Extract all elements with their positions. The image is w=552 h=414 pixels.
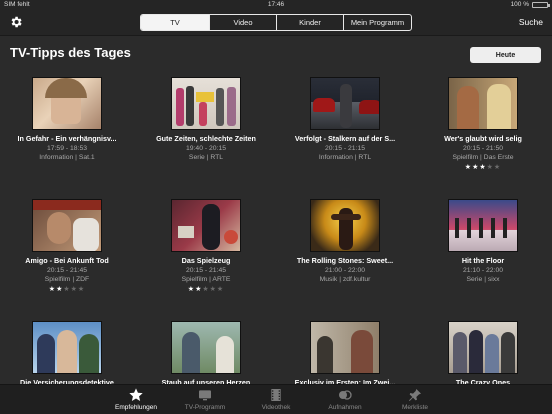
program-thumbnail [448, 77, 518, 130]
star-filled-icon: ★ [479, 164, 487, 171]
program-title: Amigo - Bei Ankunft Tod [25, 256, 109, 265]
program-card[interactable]: Amigo - Bei Ankunft Tod 20:15 - 21:45 Sp… [2, 199, 132, 293]
program-title: Verfolgt - Stalkern auf der S... [294, 134, 396, 143]
film-icon [271, 389, 281, 401]
tabbar-item-tv-programm[interactable]: TV-Programm [170, 385, 240, 414]
program-card[interactable]: The Rolling Stones: Sweet... 21:00 - 22:… [280, 199, 410, 283]
search-button[interactable]: Suche [519, 17, 543, 27]
gear-icon[interactable] [9, 15, 23, 29]
star-empty-icon: ★ [77, 286, 86, 293]
program-thumbnail [310, 77, 380, 130]
battery-label: 100 % [510, 1, 529, 8]
program-title: The Rolling Stones: Sweet... [296, 256, 394, 265]
program-thumbnail [310, 199, 380, 252]
tabbar-label: Merkliste [401, 404, 428, 411]
program-title: Das Spielzeug [181, 256, 231, 265]
program-card[interactable]: Hit the Floor 21:10 - 22:00 Serie | sixx [418, 199, 548, 283]
program-meta: Musik | zdf.kultur [319, 276, 371, 283]
program-meta: Serie | RTL [188, 154, 224, 161]
tabbar-item-videothek[interactable]: Videothek [241, 385, 311, 414]
star-rating: ★★★★★ [141, 285, 271, 293]
star-rating: ★★★★★ [418, 163, 548, 171]
bottom-tab-bar: Empfehlungen TV-Programm Videothek Aufna… [0, 384, 552, 414]
star-filled-icon: ★ [48, 286, 57, 293]
program-meta: Spielfilm | Das Erste [452, 154, 514, 161]
nav-bar: TV Video Kinder Mein Programm Suche [0, 10, 552, 36]
tabbar-label: Aufnahmen [328, 404, 362, 411]
program-title: In Gefahr - Ein verhängnisv... [17, 134, 117, 143]
battery-icon [532, 1, 550, 8]
program-thumbnail [32, 321, 102, 374]
program-meta: Spielfilm | ZDF [44, 276, 90, 283]
page-title: TV-Tipps des Tages [10, 45, 131, 60]
star-filled-icon: ★ [187, 286, 196, 293]
star-rating: ★★★★★ [2, 285, 132, 293]
tab-video[interactable]: Video [209, 15, 276, 30]
program-title: Hit the Floor [461, 256, 505, 265]
status-bar: SIM fehlt 17:46 100 % [0, 0, 552, 10]
program-card[interactable]: Verfolgt - Stalkern auf der S... 20:15 -… [280, 77, 410, 161]
program-card[interactable]: Exclusiv im Ersten: Im Zwei... [280, 321, 410, 387]
star-empty-icon: ★ [70, 286, 78, 293]
star-filled-icon: ★ [464, 164, 473, 171]
program-thumbnail [448, 199, 518, 252]
tabbar-label: Empfehlungen [115, 404, 157, 411]
program-time: 20:15 - 21:45 [46, 267, 88, 274]
star-icon [129, 388, 143, 401]
today-button[interactable]: Heute [470, 47, 541, 63]
tabbar-label: TV-Programm [184, 404, 226, 411]
program-card[interactable]: The Crazy Ones [418, 321, 548, 387]
record-icon [339, 390, 352, 400]
tab-tv[interactable]: TV [141, 15, 209, 30]
program-thumbnail [171, 199, 241, 252]
star-empty-icon: ★ [493, 164, 502, 171]
program-card[interactable]: Wer's glaubt wird selig 20:15 - 21:50 Sp… [418, 77, 548, 171]
program-card[interactable]: Staub auf unseren Herzen [141, 321, 271, 387]
tabbar-item-aufnahmen[interactable]: Aufnahmen [310, 385, 380, 414]
tab-mein-programm[interactable]: Mein Programm [343, 15, 411, 30]
program-card[interactable]: Das Spielzeug 20:15 - 21:45 Spielfilm | … [141, 199, 271, 293]
tabbar-label: Videothek [261, 404, 291, 411]
program-thumbnail [171, 321, 241, 374]
program-thumbnail [171, 77, 241, 130]
program-meta: Spielfilm | ARTE [181, 276, 231, 283]
program-thumbnail [32, 199, 102, 252]
clock: 17:46 [267, 1, 285, 8]
program-card[interactable]: Gute Zeiten, schlechte Zeiten 19:40 - 20… [141, 77, 271, 161]
channel-segmented-control: TV Video Kinder Mein Programm [140, 14, 412, 31]
star-empty-icon: ★ [209, 286, 217, 293]
program-card[interactable]: In Gefahr - Ein verhängnisv... 17:59 - 1… [2, 77, 132, 161]
program-thumbnail [310, 321, 380, 374]
program-time: 20:15 - 21:50 [462, 145, 504, 152]
program-title: Gute Zeiten, schlechte Zeiten [156, 134, 256, 143]
star-empty-icon: ★ [216, 286, 225, 293]
program-time: 21:00 - 22:00 [324, 267, 366, 274]
program-thumbnail [32, 77, 102, 130]
tv-icon [199, 390, 211, 401]
program-card[interactable]: Die Versicherungsdetektive [2, 321, 132, 387]
program-time: 17:59 - 18:53 [46, 145, 88, 152]
program-time: 19:40 - 20:15 [185, 145, 227, 152]
star-empty-icon: ★ [202, 286, 210, 293]
program-time: 20:15 - 21:45 [185, 267, 227, 274]
tab-kinder[interactable]: Kinder [276, 15, 343, 30]
pin-icon [409, 389, 421, 401]
program-meta: Information | RTL [318, 154, 372, 161]
star-empty-icon: ★ [486, 164, 494, 171]
program-title: Wer's glaubt wird selig [444, 134, 522, 143]
battery-indicator: 100 % [510, 1, 550, 8]
program-thumbnail [448, 321, 518, 374]
star-empty-icon: ★ [63, 286, 71, 293]
program-time: 21:10 - 22:00 [462, 267, 504, 274]
program-meta: Serie | sixx [466, 276, 500, 283]
tabbar-item-merkliste[interactable]: Merkliste [380, 385, 450, 414]
program-time: 20:15 - 21:15 [324, 145, 366, 152]
program-meta: Information | Sat.1 [39, 154, 95, 161]
tabbar-item-empfehlungen[interactable]: Empfehlungen [101, 385, 171, 414]
